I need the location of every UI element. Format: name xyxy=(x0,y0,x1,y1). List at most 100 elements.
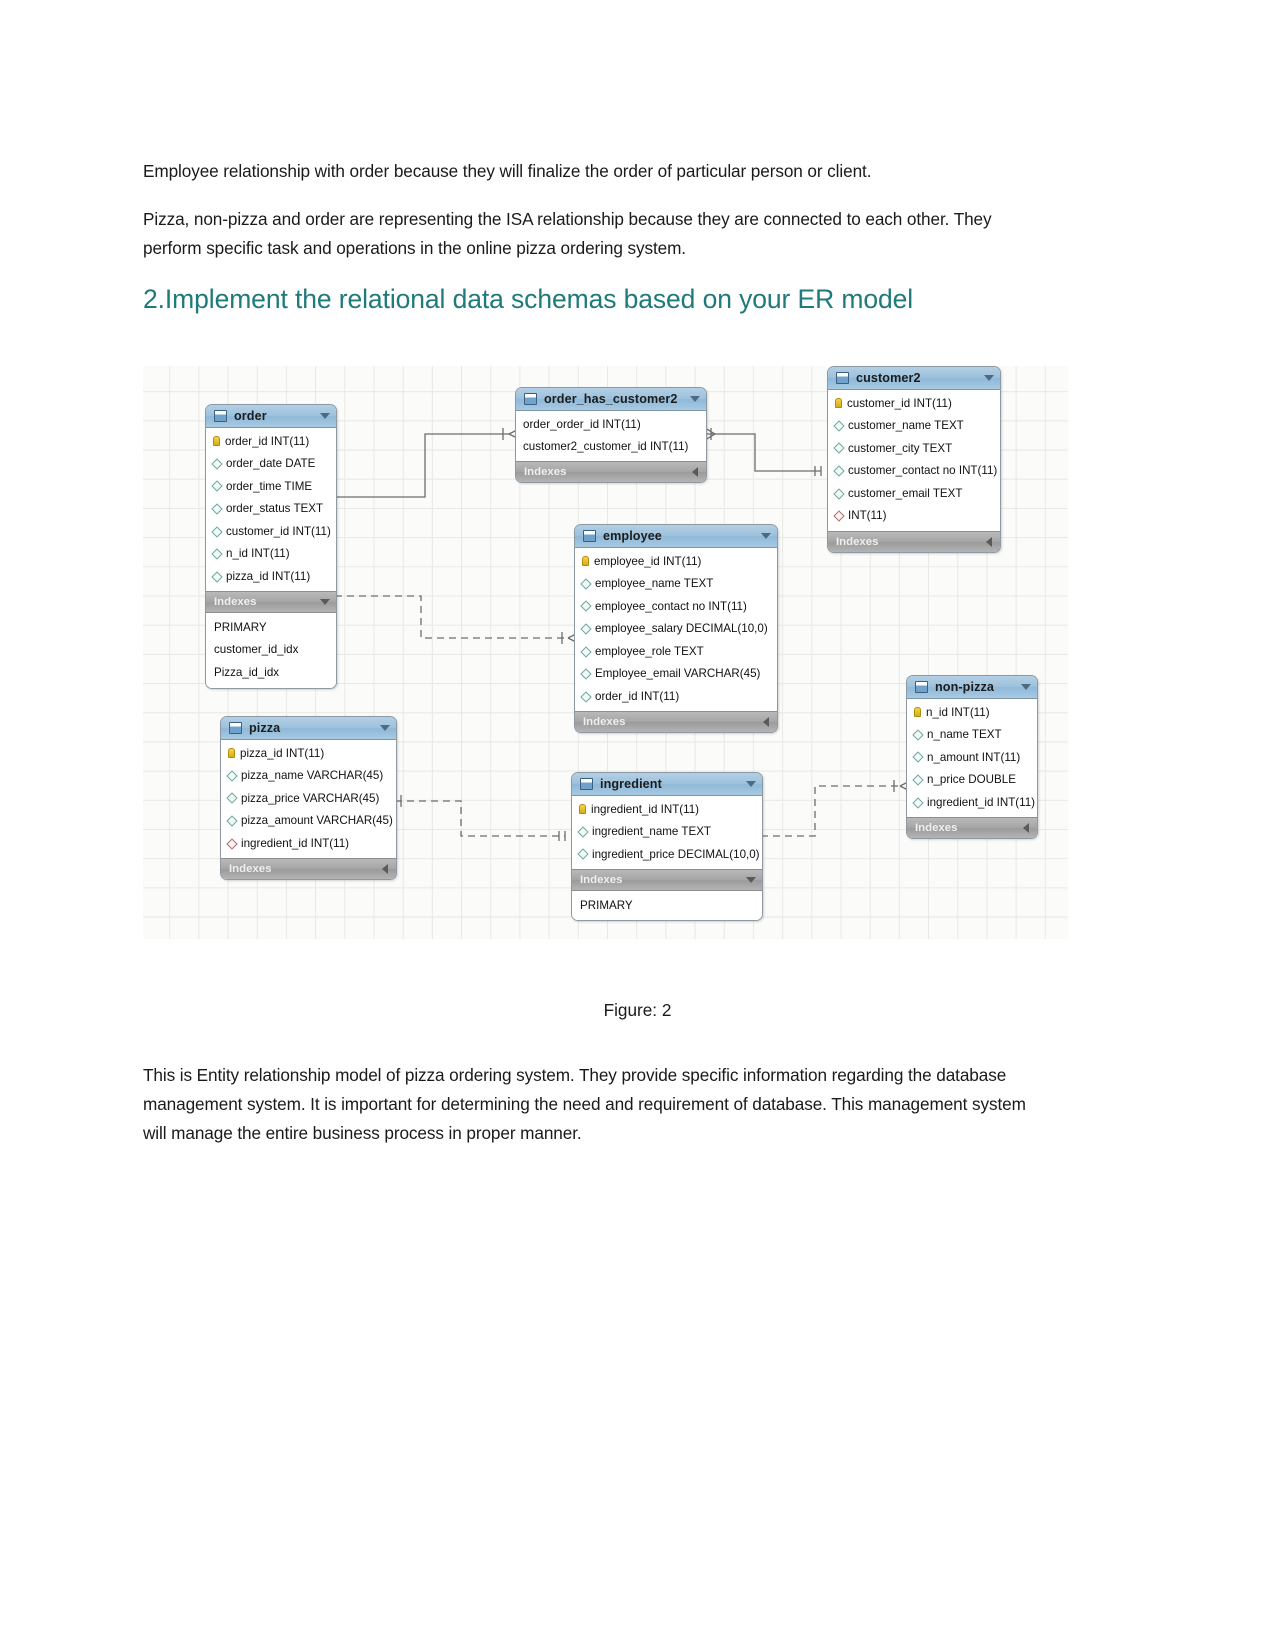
erd-column-label: order_id INT(11) xyxy=(595,690,680,704)
erd-table-name: employee xyxy=(603,529,662,543)
erd-table-pizza[interactable]: pizza pizza_id INT(11) pizza_name VARCHA… xyxy=(220,716,397,880)
erd-column: n_name TEXT xyxy=(907,724,1037,747)
column-icon xyxy=(580,691,592,703)
erd-table-order[interactable]: order order_id INT(11) order_date DATE o… xyxy=(205,404,337,689)
erd-table-name: non-pizza xyxy=(935,680,994,694)
chevron-right-icon[interactable] xyxy=(763,717,769,728)
chevron-down-icon[interactable] xyxy=(761,533,771,539)
erd-indexes-header[interactable]: Indexes xyxy=(206,591,336,614)
column-icon xyxy=(912,797,924,809)
erd-column-label: n_id INT(11) xyxy=(226,547,290,561)
erd-column-label: employee_salary DECIMAL(10,0) xyxy=(595,622,768,636)
column-icon xyxy=(211,548,223,560)
erd-column: customer_contact no INT(11) xyxy=(828,460,1000,483)
chevron-right-icon[interactable] xyxy=(1023,822,1029,833)
erd-column-label: employee_contact no INT(11) xyxy=(595,599,747,613)
erd-table-name: pizza xyxy=(249,721,281,735)
erd-table-order-has-customer2[interactable]: order_has_customer2 order_order_id INT(1… xyxy=(515,387,707,484)
column-icon xyxy=(211,458,223,470)
column-icon xyxy=(912,729,924,741)
primary-key-icon xyxy=(582,556,589,567)
chevron-down-icon[interactable] xyxy=(1021,684,1031,690)
erd-column: customer_name TEXT xyxy=(828,415,1000,438)
chevron-down-icon[interactable] xyxy=(746,876,756,883)
primary-key-icon xyxy=(835,398,842,409)
chevron-right-icon[interactable] xyxy=(692,467,698,478)
chevron-down-icon[interactable] xyxy=(984,375,994,381)
table-icon xyxy=(915,681,928,693)
erd-column-label: ingredient_id INT(11) xyxy=(927,795,1036,809)
erd-column-label: Employee_email VARCHAR(45) xyxy=(595,667,761,681)
column-icon xyxy=(580,646,592,658)
erd-indexes-header[interactable]: Indexes xyxy=(907,816,1037,838)
erd-column-label: pizza_price VARCHAR(45) xyxy=(241,791,380,805)
erd-indexes-label: Indexes xyxy=(915,821,958,834)
chevron-right-icon[interactable] xyxy=(382,863,388,874)
erd-column-label: ingredient_id INT(11) xyxy=(591,802,700,816)
column-icon xyxy=(833,420,845,432)
erd-column: order_status TEXT xyxy=(206,498,336,521)
document-page: Employee relationship with order because… xyxy=(0,0,1275,1651)
page-heading-section-2: 2.Implement the relational data schemas … xyxy=(143,283,914,314)
erd-column: customer_city TEXT xyxy=(828,437,1000,460)
column-icon xyxy=(577,826,589,838)
erd-indexes-header[interactable]: Indexes xyxy=(572,868,762,891)
erd-column-list: order_order_id INT(11) customer2_custome… xyxy=(516,411,706,461)
erd-indexes-header[interactable]: Indexes xyxy=(516,461,706,483)
erd-indexes-label: Indexes xyxy=(229,862,272,875)
erd-column: employee_contact no INT(11) xyxy=(575,595,777,618)
erd-column-label: ingredient_name TEXT xyxy=(592,825,712,839)
erd-indexes-label: Indexes xyxy=(524,466,567,479)
chevron-down-icon[interactable] xyxy=(690,396,700,402)
erd-column-label: ingredient_price DECIMAL(10,0) xyxy=(592,847,760,861)
column-icon xyxy=(912,774,924,786)
erd-column-label: customer_email TEXT xyxy=(848,486,963,500)
chevron-down-icon[interactable] xyxy=(320,413,330,419)
erd-indexes-label: Indexes xyxy=(583,716,626,729)
erd-indexes-header[interactable]: Indexes xyxy=(221,857,396,879)
erd-column: customer_id INT(11) xyxy=(206,520,336,543)
erd-column-label: order_time TIME xyxy=(226,479,313,493)
erd-column-list: pizza_id INT(11) pizza_name VARCHAR(45) … xyxy=(221,740,396,858)
erd-column: INT(11) xyxy=(828,505,1000,528)
chevron-right-icon[interactable] xyxy=(986,536,992,547)
erd-column: pizza_name VARCHAR(45) xyxy=(221,765,396,788)
erd-column-label: employee_role TEXT xyxy=(595,644,704,658)
erd-table-header[interactable]: ingredient xyxy=(572,773,762,796)
erd-index-row: PRIMARY xyxy=(580,898,633,912)
erd-table-name: order_has_customer2 xyxy=(544,392,678,406)
erd-table-header[interactable]: order xyxy=(206,405,336,428)
column-icon xyxy=(211,480,223,493)
column-icon xyxy=(580,600,592,613)
erd-table-header[interactable]: employee xyxy=(575,525,777,548)
erd-indexes-header[interactable]: Indexes xyxy=(575,711,777,733)
erd-index-row: PRIMARY xyxy=(214,620,267,634)
erd-index-list: PRIMARY xyxy=(572,890,762,921)
erd-table-header[interactable]: non-pizza xyxy=(907,676,1037,699)
chevron-down-icon[interactable] xyxy=(380,725,390,731)
erd-indexes-header[interactable]: Indexes xyxy=(828,530,1000,552)
erd-column-label: customer_id INT(11) xyxy=(226,524,331,538)
erd-table-header[interactable]: customer2 xyxy=(828,367,1000,390)
column-icon xyxy=(226,838,238,850)
erd-column: customer2_customer_id INT(11) xyxy=(516,436,706,459)
chevron-down-icon[interactable] xyxy=(746,781,756,787)
table-icon xyxy=(524,393,537,405)
erd-column: ingredient_id INT(11) xyxy=(907,791,1037,814)
erd-column-label: customer_contact no INT(11) xyxy=(848,464,998,478)
erd-column-label: n_id INT(11) xyxy=(926,705,990,719)
erd-column: n_price DOUBLE xyxy=(907,769,1037,792)
erd-table-header[interactable]: order_has_customer2 xyxy=(516,388,706,411)
erd-table-ingredient[interactable]: ingredient ingredient_id INT(11) ingredi… xyxy=(571,772,763,922)
erd-column: n_amount INT(11) xyxy=(907,746,1037,769)
column-icon xyxy=(833,465,845,477)
erd-table-customer2[interactable]: customer2 customer_id INT(11) customer_n… xyxy=(827,366,1001,553)
column-icon xyxy=(226,792,238,805)
chevron-down-icon[interactable] xyxy=(320,599,330,606)
column-icon xyxy=(580,578,592,590)
erd-table-header[interactable]: pizza xyxy=(221,717,396,740)
erd-table-non-pizza[interactable]: non-pizza n_id INT(11) n_name TEXT n_amo… xyxy=(906,675,1038,839)
erd-table-employee[interactable]: employee employee_id INT(11) employee_na… xyxy=(574,524,778,734)
column-icon xyxy=(833,488,845,500)
erd-column-label: order_order_id INT(11) xyxy=(523,417,641,431)
